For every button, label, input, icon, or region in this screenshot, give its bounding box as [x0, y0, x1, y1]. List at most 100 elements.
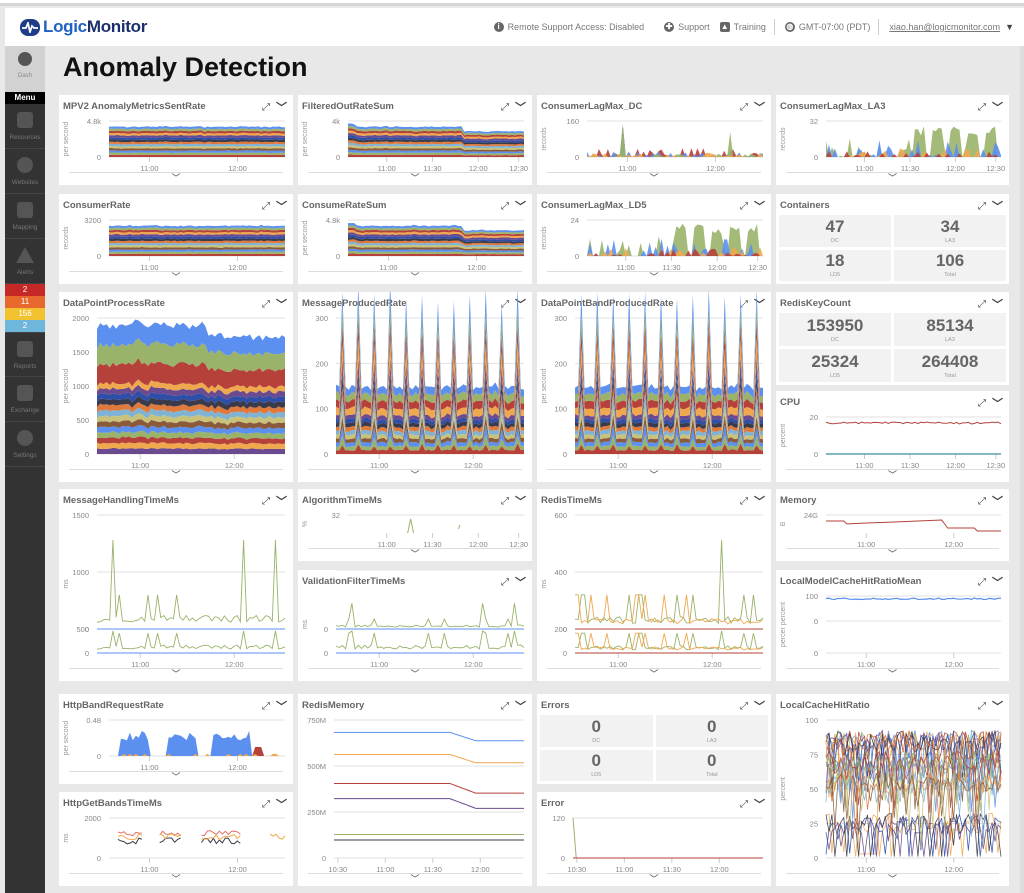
expand-icon[interactable]: ⤢ [978, 299, 986, 310]
sidebar-item-label: Resources [9, 134, 41, 141]
y-tick-label: 100 [554, 405, 567, 414]
line-series [334, 731, 524, 742]
y-tick-label: 0 [563, 625, 567, 634]
sidebar-item-alerts[interactable]: Alerts [5, 239, 45, 284]
y-axis-label: ms [63, 579, 70, 589]
x-tick-label: 12:00 [706, 164, 725, 173]
user-menu[interactable]: xiao.han@logicmonitor.com ▼ [889, 22, 1014, 32]
y-tick-label: 0 [563, 450, 567, 459]
user-email: xiao.han@logicmonitor.com [889, 22, 1001, 32]
x-tick-label: 12:00 [228, 164, 247, 173]
widget-title: RedisKeyCount [780, 298, 851, 309]
chart-httpband: per second 0.48 0 11:00 12:00 [63, 716, 285, 772]
chart-msgproduced: per second 300 200 100 0 11:00 12:00 [302, 292, 524, 470]
x-tick-label: 11:30 [424, 865, 442, 874]
sidebar-item-label: Settings [13, 452, 37, 459]
support-link[interactable]: ✚ Support [664, 22, 710, 32]
y-tick-label: 2000 [72, 314, 89, 323]
logo-text-logic: Logic [43, 17, 87, 36]
x-tick-label: 12:00 [471, 865, 490, 874]
big-number-label: LD5 [829, 272, 841, 279]
chevron-down-icon[interactable]: ﹀ [992, 296, 1003, 312]
chart-localmodel: percer percent 100 0 0 11:00 12:00 [780, 592, 1002, 669]
y-tick-label: 500 [76, 416, 89, 425]
sidebar-item-exchange[interactable]: Exchange [5, 377, 45, 422]
x-tick-label: 12:00 [708, 263, 727, 272]
logicmonitor-logo[interactable]: Logic Monitor [20, 17, 147, 37]
y-axis-label: percer percent [780, 602, 787, 647]
expand-icon[interactable]: ⤢ [978, 201, 986, 212]
chart-dpband: per second 300 200 100 0 11:00 12:00 [541, 292, 763, 470]
y-tick-label: 0 [563, 649, 567, 658]
page-scrollbar[interactable] [1020, 46, 1024, 893]
y-tick-label: 1500 [72, 511, 89, 520]
stacked-area-series [109, 251, 285, 255]
big-number-label: DC [831, 237, 839, 244]
stacked-area-series [575, 292, 763, 399]
y-axis-label: per second [541, 369, 548, 404]
x-tick-label: 11:00 [615, 865, 633, 874]
chart-msghandling: ms150010005000011:00 12:00 [63, 511, 286, 669]
training-link[interactable]: ▲ Training [719, 22, 766, 32]
alert-count-badge[interactable]: 2 [5, 284, 45, 296]
sidebar-item-websites[interactable]: Websites [5, 149, 45, 194]
chevron-down-icon[interactable]: ﹀ [992, 198, 1003, 214]
line-series [575, 632, 764, 651]
big-number-value: 85134 [926, 315, 974, 335]
y-tick-label: 4.8k [326, 216, 340, 225]
y-tick-label: 24 [571, 216, 579, 225]
x-tick-label: 12:30 [748, 263, 767, 272]
alert-count-badge[interactable]: 156 [5, 308, 45, 320]
alert-count-badge[interactable]: 11 [5, 296, 45, 308]
line-series [335, 630, 525, 651]
x-tick-label: 12:00 [944, 540, 963, 549]
divider [878, 19, 880, 35]
sidebar-item-mapping[interactable]: Mapping [5, 194, 45, 239]
chevron-down-icon[interactable]: ﹀ [754, 698, 765, 714]
y-tick-label: 100 [805, 592, 818, 601]
big-number-label: LA3 [945, 336, 955, 343]
sidebar-item-reports[interactable]: Reports [5, 332, 45, 377]
x-tick-label: 11:00 [370, 660, 388, 669]
y-tick-label: 200 [315, 359, 328, 368]
y-tick-label: 0 [97, 252, 101, 261]
chart-redismem: 750M 500M 250M 010:30 11:00 11:30 12:00 [307, 716, 524, 874]
y-axis-label: per second [63, 122, 70, 157]
y-tick-label: 1000 [72, 382, 89, 391]
alert-count-badge[interactable]: 2 [5, 320, 45, 332]
chart-algorithm: % 32 11:00 11:30 12:00 12:30 [302, 511, 528, 549]
line-series [96, 540, 286, 624]
big-number-value: 25324 [811, 351, 859, 371]
sidebar-item-resources[interactable]: Resources [5, 104, 45, 149]
x-tick-label: 12:00 [469, 540, 488, 549]
y-tick-label: 20 [810, 413, 818, 422]
x-tick-label: 12:00 [944, 660, 963, 669]
widget-memory: Memory ⤢ ﹀ ﹀ B 24G 11:00 12:00 [776, 489, 1009, 561]
widget-dpprocess: DataPointProcessRate ⤢ ﹀ ﹀ per second 2000 150… [59, 292, 293, 482]
y-tick-label: 0 [336, 153, 340, 162]
line-series [117, 833, 286, 841]
x-tick-label: 11:00 [376, 865, 394, 874]
chart-mpv2: per second 4.8k 0 11:00 12:00 [63, 117, 285, 173]
remote-support-status[interactable]: i Remote Support Access: Disabled [493, 22, 644, 32]
y-tick-label: 0 [814, 450, 818, 459]
sidebar-menu-toggle[interactable]: Menu [5, 92, 45, 104]
x-tick-label: 11:30 [662, 263, 680, 272]
line-series [574, 540, 764, 625]
sidebar-item-settings[interactable]: Settings [5, 422, 45, 467]
chart-laglds: records 24 0 11:00 11:30 12:00 12:30 [541, 216, 767, 272]
expand-icon[interactable]: ⤢ [740, 701, 748, 712]
timezone-selector[interactable]: ◍ GMT-07:00 (PDT) [784, 22, 870, 32]
x-tick-label: 12:00 [946, 461, 965, 470]
sidebar-item-label: Exchange [10, 407, 40, 414]
big-number-cell: 264408 Total [894, 349, 1006, 382]
area-series [587, 124, 763, 157]
y-tick-label: 50 [810, 785, 818, 794]
globe-icon: ◍ [784, 22, 795, 32]
dashboard-gauge-icon [18, 52, 32, 66]
widget-localcache: LocalCacheHitRatio ⤢ ﹀ ﹀ percent 100 75 50 25 0 11… [776, 694, 1009, 886]
x-tick-label: 11:00 [857, 660, 875, 669]
sidebar-item-dash[interactable]: Dash [5, 46, 45, 92]
document-icon [17, 341, 33, 357]
y-axis-label: per second [302, 369, 309, 404]
